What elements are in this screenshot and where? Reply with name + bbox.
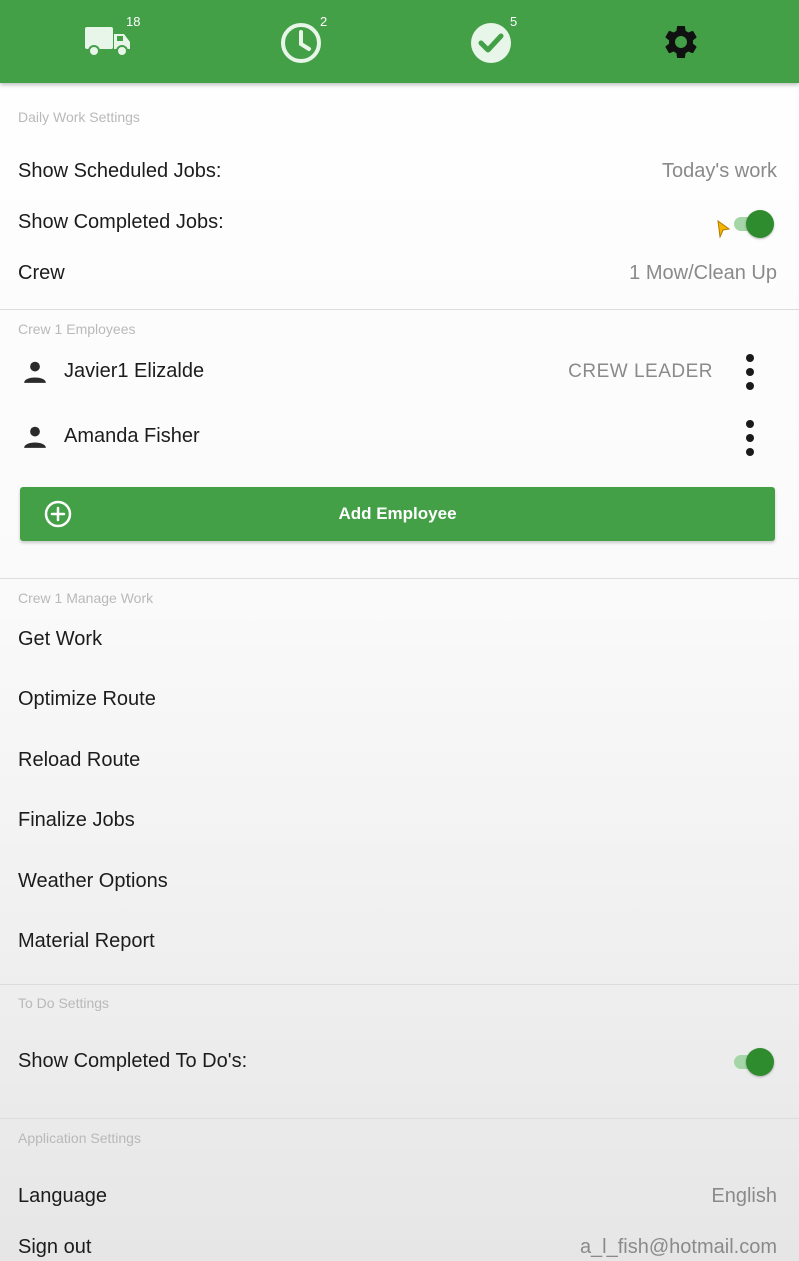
toggle-knob	[746, 1048, 774, 1076]
person-icon	[24, 426, 46, 448]
person-icon	[24, 361, 46, 383]
show-completed-jobs-label: Show Completed Jobs:	[18, 211, 224, 233]
section-daily-work-label: Daily Work Settings	[18, 109, 140, 125]
add-employee-button[interactable]: Add Employee	[20, 487, 775, 541]
language-value[interactable]: English	[711, 1185, 777, 1208]
show-scheduled-jobs-label: Show Scheduled Jobs:	[18, 160, 222, 182]
completed-count-badge: 5	[510, 14, 518, 29]
finalize-jobs-item[interactable]: Finalize Jobs	[18, 809, 135, 832]
top-nav-bar: 18 2 5	[0, 0, 799, 83]
divider	[0, 1118, 799, 1119]
pointer-cursor-icon	[717, 220, 731, 238]
tab-settings[interactable]	[622, 0, 742, 83]
employee-name: Amanda Fisher	[64, 425, 200, 447]
divider	[0, 578, 799, 579]
gear-icon	[665, 25, 697, 58]
truck-icon	[85, 27, 130, 57]
show-completed-jobs-toggle[interactable]	[730, 210, 774, 238]
tab-completed[interactable]: 5	[430, 0, 550, 83]
toggle-knob	[746, 210, 774, 238]
divider	[0, 309, 799, 310]
more-options-icon[interactable]	[742, 418, 758, 458]
section-employees-label: Crew 1 Employees	[18, 321, 136, 337]
crew-label: Crew	[18, 262, 65, 284]
add-employee-label: Add Employee	[338, 504, 457, 523]
reload-route-item[interactable]: Reload Route	[18, 749, 140, 772]
check-circle-icon	[471, 23, 511, 63]
tab-timesheet[interactable]: 2	[240, 0, 360, 83]
employee-role: CREW LEADER	[568, 361, 713, 382]
get-work-item[interactable]: Get Work	[18, 628, 102, 651]
tab-jobs[interactable]: 18	[48, 0, 168, 83]
clock-icon	[281, 23, 321, 63]
material-report-item[interactable]: Material Report	[18, 930, 155, 953]
jobs-count-badge: 18	[126, 14, 141, 29]
section-manage-work-label: Crew 1 Manage Work	[18, 590, 154, 606]
timesheet-count-badge: 2	[320, 14, 328, 29]
show-completed-todos-toggle[interactable]	[730, 1048, 774, 1076]
show-completed-todos-label: Show Completed To Do's:	[18, 1050, 248, 1072]
sign-out-label[interactable]: Sign out	[18, 1236, 91, 1259]
optimize-route-item[interactable]: Optimize Route	[18, 688, 156, 711]
language-label: Language	[18, 1185, 107, 1207]
more-options-icon[interactable]	[742, 352, 758, 392]
weather-options-item[interactable]: Weather Options	[18, 870, 168, 893]
section-app-settings-label: Application Settings	[18, 1130, 141, 1146]
divider	[0, 984, 799, 985]
show-scheduled-jobs-value[interactable]: Today's work	[662, 160, 777, 183]
crew-value[interactable]: 1 Mow/Clean Up	[629, 262, 777, 285]
signed-in-email: a_l_fish@hotmail.com	[579, 1236, 777, 1258]
section-todo-label: To Do Settings	[18, 995, 110, 1011]
employee-name: Javier1 Elizalde	[64, 360, 205, 382]
